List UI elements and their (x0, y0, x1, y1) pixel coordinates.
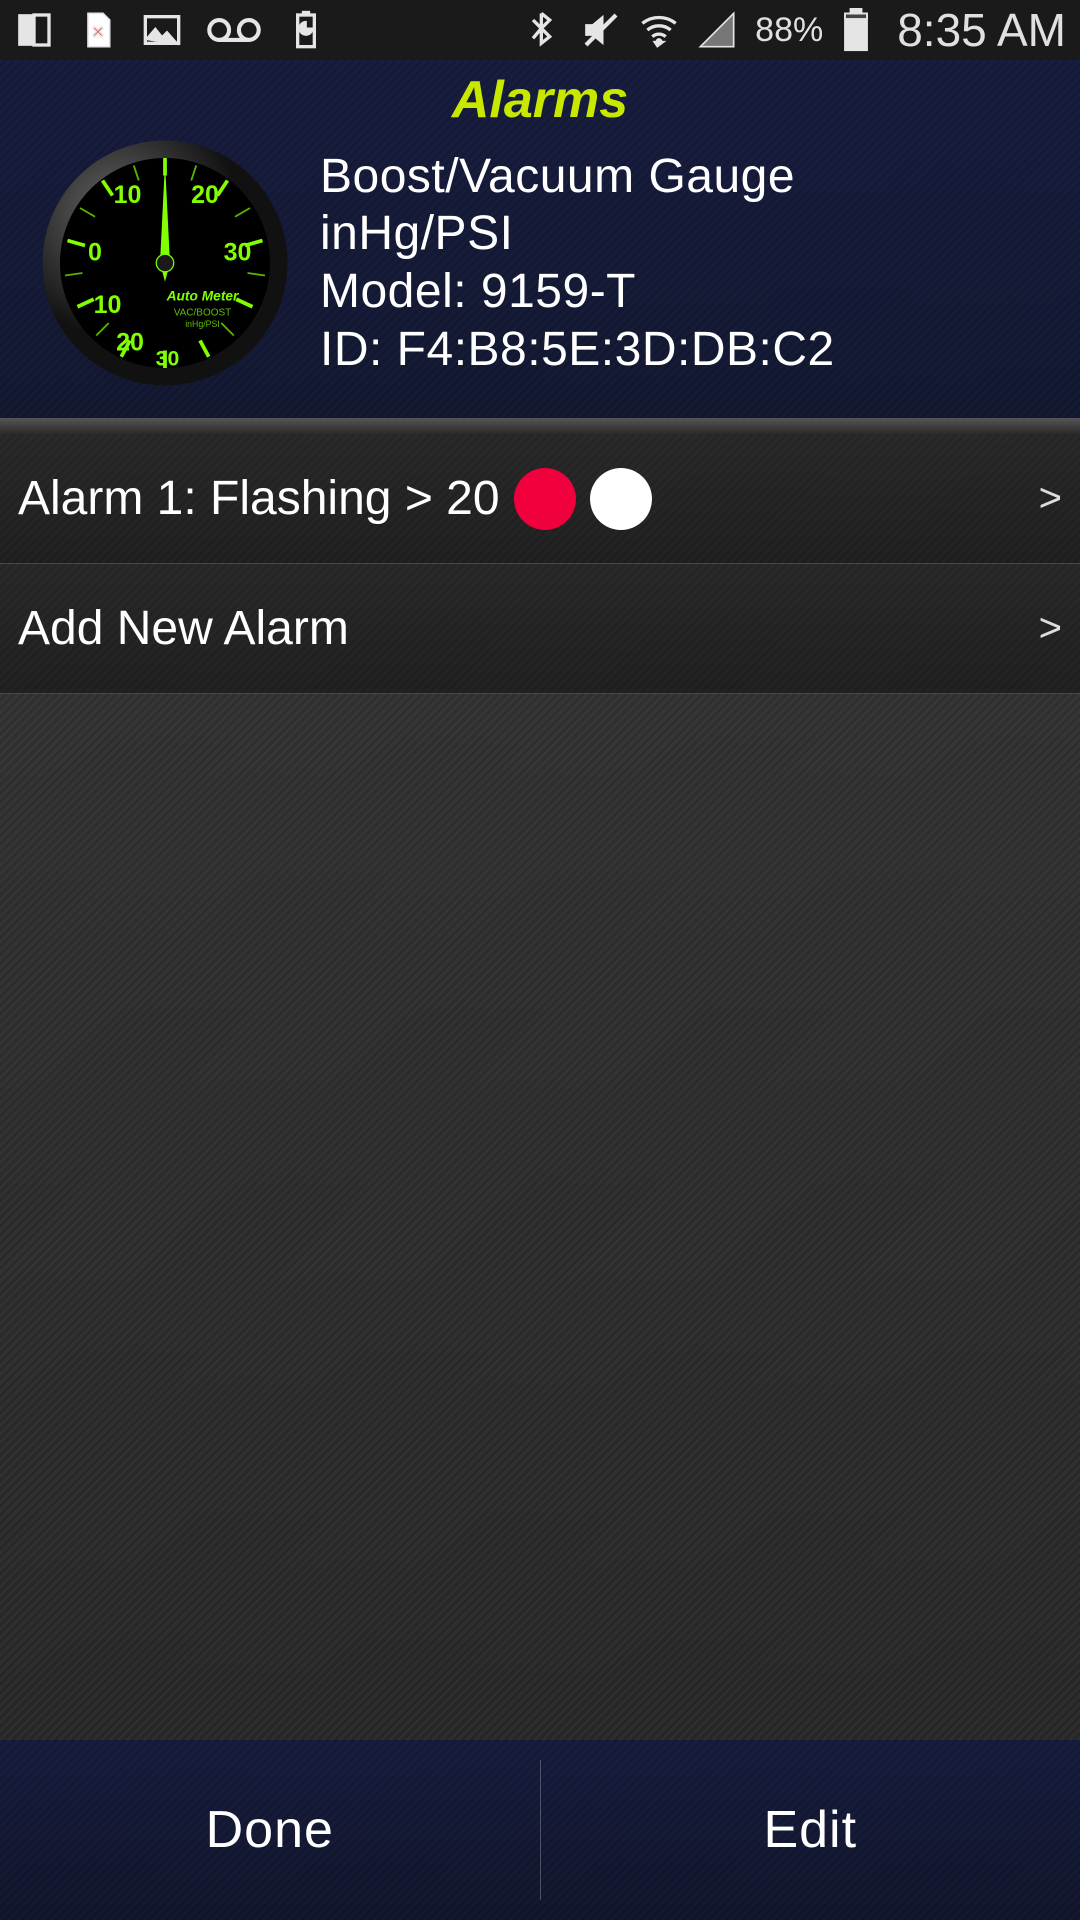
wifi-icon (639, 10, 679, 50)
page-title: Alarms (0, 60, 1080, 130)
gauge-info: Boost/Vacuum Gauge inHg/PSI Model: 9159-… (320, 148, 835, 378)
header: Alarms (0, 60, 1080, 418)
chevron-right-icon: > (1039, 606, 1062, 651)
battery-saver-icon (286, 10, 326, 50)
edit-button[interactable]: Edit (541, 1740, 1080, 1920)
empty-area (0, 694, 1080, 1740)
gauge-image: 10 20 0 30 10 20 30 Auto Meter VAC/BOOST… (40, 138, 290, 388)
status-bar: × 88% (0, 0, 1080, 60)
file-error-icon: × (78, 10, 118, 50)
chevron-right-icon: > (1039, 476, 1062, 521)
alarm-color-swatch-2 (590, 468, 652, 530)
add-alarm-label: Add New Alarm (18, 601, 349, 656)
voicemail-icon (206, 10, 262, 50)
svg-text:inHg/PSI: inHg/PSI (185, 319, 220, 329)
svg-text:30: 30 (156, 347, 180, 371)
svg-text:20: 20 (116, 329, 144, 357)
gauge-name: Boost/Vacuum Gauge (320, 148, 835, 206)
svg-text:20: 20 (191, 181, 219, 209)
svg-text:10: 10 (94, 291, 122, 319)
mute-icon (581, 10, 621, 50)
bottom-bar: Done Edit (0, 1740, 1080, 1920)
svg-text:30: 30 (224, 239, 252, 267)
svg-text:VAC/BOOST: VAC/BOOST (174, 308, 232, 319)
bluetooth-icon (523, 10, 563, 50)
svg-text:0: 0 (88, 239, 102, 267)
alarm-row-label: Alarm 1: Flashing > 20 (18, 471, 500, 526)
svg-text:Auto Meter: Auto Meter (166, 289, 239, 304)
clock: 8:35 AM (897, 3, 1066, 57)
svg-text:×: × (92, 21, 104, 43)
svg-text:10: 10 (114, 181, 142, 209)
alarm-row-1[interactable]: Alarm 1: Flashing > 20 > (0, 434, 1080, 564)
gauge-units: inHg/PSI (320, 205, 835, 263)
gauge-id: ID: F4:B8:5E:3D:DB:C2 (320, 321, 835, 379)
multiwindow-icon (14, 10, 54, 50)
add-alarm-row[interactable]: Add New Alarm > (0, 564, 1080, 694)
list-top-separator (0, 418, 1080, 434)
image-icon (142, 10, 182, 50)
done-button[interactable]: Done (0, 1740, 540, 1920)
signal-icon (697, 10, 737, 50)
battery-icon (841, 8, 871, 52)
gauge-model: Model: 9159-T (320, 263, 835, 321)
battery-percent: 88% (755, 11, 823, 50)
alarm-color-swatch-1 (514, 468, 576, 530)
